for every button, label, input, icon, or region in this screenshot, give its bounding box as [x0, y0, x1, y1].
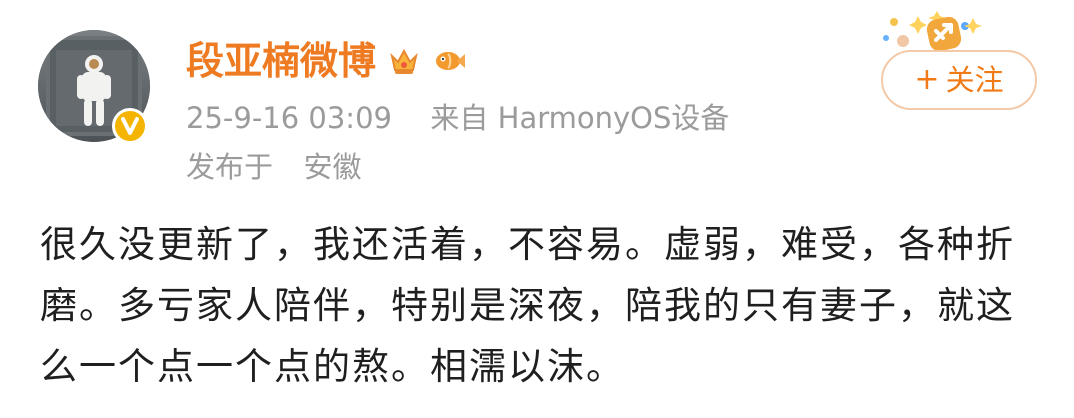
plus-icon: +: [914, 62, 940, 97]
verified-badge-icon: [112, 108, 148, 144]
weibo-post-card: 段亚楠微博 25-9-16 03:09 来自 HarmonyOS设备 发布于 安…: [0, 0, 1074, 418]
post-meta: 25-9-16 03:09 来自 HarmonyOS设备: [186, 97, 729, 139]
post-time: 25-9-16 03:09: [186, 101, 392, 135]
location-prefix: 发布于: [186, 150, 274, 184]
username[interactable]: 段亚楠微博: [186, 32, 376, 90]
username-row: 段亚楠微博: [186, 32, 468, 90]
post-location: 发布于 安徽: [186, 146, 361, 188]
location-name: 安徽: [303, 150, 362, 184]
fish-icon: [436, 52, 466, 70]
follow-label: 关注: [945, 63, 1004, 97]
crown-icon: [390, 48, 418, 74]
post-source: HarmonyOS设备: [497, 101, 730, 135]
follow-button[interactable]: + 关注: [881, 50, 1037, 110]
source-prefix: 来自: [430, 101, 489, 135]
post-text: 很久没更新了，我还活着，不容易。虚弱，难受，各种折磨。多亏家人陪伴，特别是深夜，…: [40, 223, 1015, 388]
